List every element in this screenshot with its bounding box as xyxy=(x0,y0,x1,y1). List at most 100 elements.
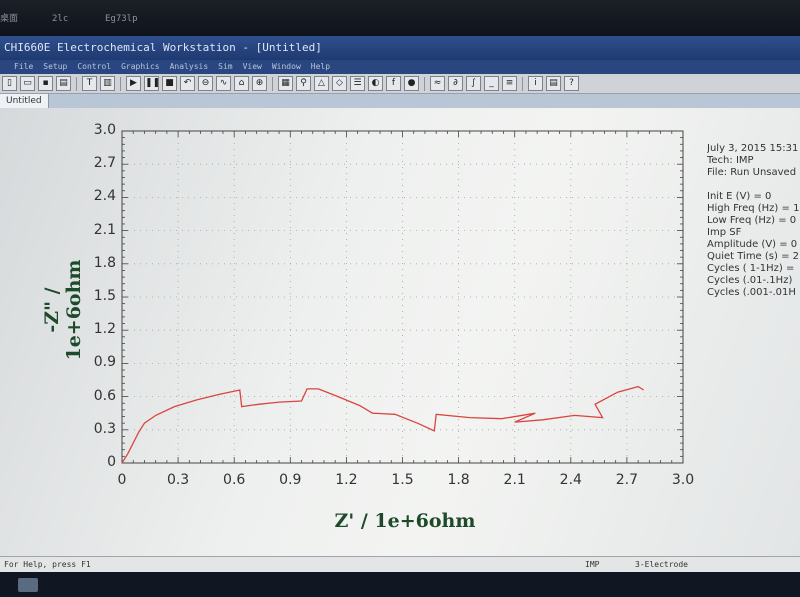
new-file-icon[interactable]: ▯ xyxy=(2,76,17,91)
print-icon[interactable]: ▤ xyxy=(56,76,71,91)
x-tick-label: 0.3 xyxy=(166,472,190,488)
toolbar: ▯ ▭ ▪ ▤ T ▥ ▶ ❚❚ ■ ↶ ⊖ ∿ ⌂ ⊕ ▦ ⚲ △ ◇ ☰ ◐… xyxy=(0,74,800,94)
target-icon[interactable]: ⊕ xyxy=(252,76,267,91)
window-title: CHI660E Electrochemical Workstation - [U… xyxy=(4,41,322,54)
menu-item-window[interactable]: Window xyxy=(272,60,301,74)
ir-comp-icon[interactable]: ⊖ xyxy=(198,76,213,91)
run-icon[interactable]: ▶ xyxy=(126,76,141,91)
data-list-icon[interactable]: ≡ xyxy=(502,76,517,91)
x-axis-label: Z' / 1e+6ohm xyxy=(334,510,476,532)
desktop-icon-label: 桌面 xyxy=(0,14,19,24)
menu-item-view[interactable]: View xyxy=(243,60,262,74)
status-mode: IMP xyxy=(585,560,600,569)
y-tick-label: 0.3 xyxy=(93,420,116,437)
menu-item-help[interactable]: Help xyxy=(311,60,330,74)
y-tick-label: 0.6 xyxy=(93,387,116,404)
graph-icon[interactable]: ▦ xyxy=(278,76,293,91)
smooth-icon[interactable]: ≈ xyxy=(430,76,445,91)
stop-icon[interactable]: ■ xyxy=(162,76,177,91)
filter-icon[interactable]: ∿ xyxy=(216,76,231,91)
x-tick-label: 3.0 xyxy=(671,472,695,488)
tab-untitled[interactable]: Untitled xyxy=(0,94,49,108)
desktop-icon[interactable]: Eg73lp xyxy=(105,0,138,24)
graph-client-area xyxy=(0,108,800,556)
x-tick-label: 0.9 xyxy=(279,472,302,488)
parameters-icon[interactable]: ▥ xyxy=(100,76,115,91)
info-line: Cycles ( 1-1Hz) = xyxy=(707,263,795,274)
menu-item-file[interactable]: File xyxy=(14,60,33,74)
toolbar-separator xyxy=(522,76,523,91)
y-tick-label: 1.8 xyxy=(93,254,116,271)
x-tick-label: 2.7 xyxy=(615,472,639,488)
desktop-icon-label: 2lc xyxy=(52,14,69,24)
menu-item-control[interactable]: Control xyxy=(77,60,111,74)
desktop-icon-label: Eg73lp xyxy=(105,14,138,24)
y-tick-label: 3.0 xyxy=(93,122,116,138)
status-bar: For Help, press F1 IMP 3-Electrode xyxy=(0,556,800,573)
menu-item-setup[interactable]: Setup xyxy=(43,60,67,74)
technique-icon[interactable]: T xyxy=(82,76,97,91)
info-line: Tech: IMP xyxy=(707,155,754,166)
menu-item-graphics[interactable]: Graphics xyxy=(121,60,160,74)
x-tick-label: 0.6 xyxy=(223,472,246,488)
toolbar-separator xyxy=(76,76,77,91)
info-line: Amplitude (V) = 0 xyxy=(707,239,798,250)
window-title-bar[interactable]: CHI660E Electrochemical Workstation - [U… xyxy=(0,36,800,60)
font-icon[interactable]: f xyxy=(386,76,401,91)
graph-options-icon[interactable]: ☰ xyxy=(350,76,365,91)
derivative-icon[interactable]: ∂ xyxy=(448,76,463,91)
taskbar-app-icon[interactable] xyxy=(18,578,38,592)
manual-result-icon[interactable]: ◇ xyxy=(332,76,347,91)
toolbar-separator xyxy=(272,76,273,91)
x-tick-label: 2.4 xyxy=(559,472,582,488)
desktop-icon[interactable]: 桌面 xyxy=(0,0,18,24)
color-icon[interactable]: ◐ xyxy=(368,76,383,91)
integrate-icon[interactable]: ∫ xyxy=(466,76,481,91)
x-tick-label: 2.1 xyxy=(503,472,526,488)
info-line: Cycles (.01-.1Hz) xyxy=(707,275,793,286)
y-tick-label: 2.4 xyxy=(93,188,116,205)
open-file-icon[interactable]: ▭ xyxy=(20,76,35,91)
y-tick-label: 1.2 xyxy=(93,321,116,338)
peak-icon[interactable]: △ xyxy=(314,76,329,91)
x-tick-label: 0 xyxy=(117,472,127,488)
info-line: Low Freq (Hz) = 0 xyxy=(707,215,797,226)
menu-item-analysis[interactable]: Analysis xyxy=(170,60,209,74)
x-tick-label: 1.5 xyxy=(391,472,414,488)
toolbar-separator xyxy=(120,76,121,91)
info-icon[interactable]: i xyxy=(528,76,543,91)
info-line: High Freq (Hz) = 1e xyxy=(707,203,800,214)
info-line: Quiet Time (s) = 2 xyxy=(707,251,800,262)
help-icon[interactable]: ? xyxy=(564,76,579,91)
baseline-icon[interactable]: _ xyxy=(484,76,499,91)
y-tick-label: 2.1 xyxy=(93,221,116,238)
save-icon[interactable]: ▪ xyxy=(38,76,53,91)
cell-icon[interactable]: ⌂ xyxy=(234,76,249,91)
list-icon[interactable]: ▤ xyxy=(546,76,561,91)
y-axis-label: -Z" / 1e+6ohm xyxy=(41,259,85,361)
info-line: July 3, 2015 15:31 xyxy=(707,143,799,154)
pause-icon[interactable]: ❚❚ xyxy=(144,76,160,91)
info-line: File: Run Unsaved xyxy=(707,167,797,178)
y-tick-label: 2.7 xyxy=(93,155,116,172)
reverse-icon[interactable]: ↶ xyxy=(180,76,195,91)
info-line: Imp SF xyxy=(707,227,742,238)
info-line xyxy=(707,179,800,191)
zoom-icon[interactable]: ⚲ xyxy=(296,76,311,91)
menu-item-sim[interactable]: Sim xyxy=(218,60,232,74)
os-taskbar xyxy=(0,572,800,597)
x-tick-label: 1.8 xyxy=(447,472,470,488)
desktop-strip: 桌面 2lc Eg73lp xyxy=(0,0,800,36)
info-line: Init E (V) = 0 xyxy=(707,191,772,202)
desktop-icon[interactable]: 2lc xyxy=(52,0,68,24)
status-electrode: 3-Electrode xyxy=(635,560,688,569)
experiment-info-panel: July 3, 2015 15:31 Tech: IMP File: Run U… xyxy=(707,143,800,299)
document-tab-strip: Untitled xyxy=(0,94,800,108)
x-tick-label: 1.2 xyxy=(335,472,358,488)
y-tick-label: 1.5 xyxy=(93,288,116,304)
menu-bar: File Setup Control Graphics Analysis Sim… xyxy=(0,60,800,74)
toolbar-separator xyxy=(424,76,425,91)
record-icon[interactable]: ● xyxy=(404,76,419,91)
y-tick-label: 0 xyxy=(107,454,116,470)
status-help-text: For Help, press F1 xyxy=(4,560,91,569)
